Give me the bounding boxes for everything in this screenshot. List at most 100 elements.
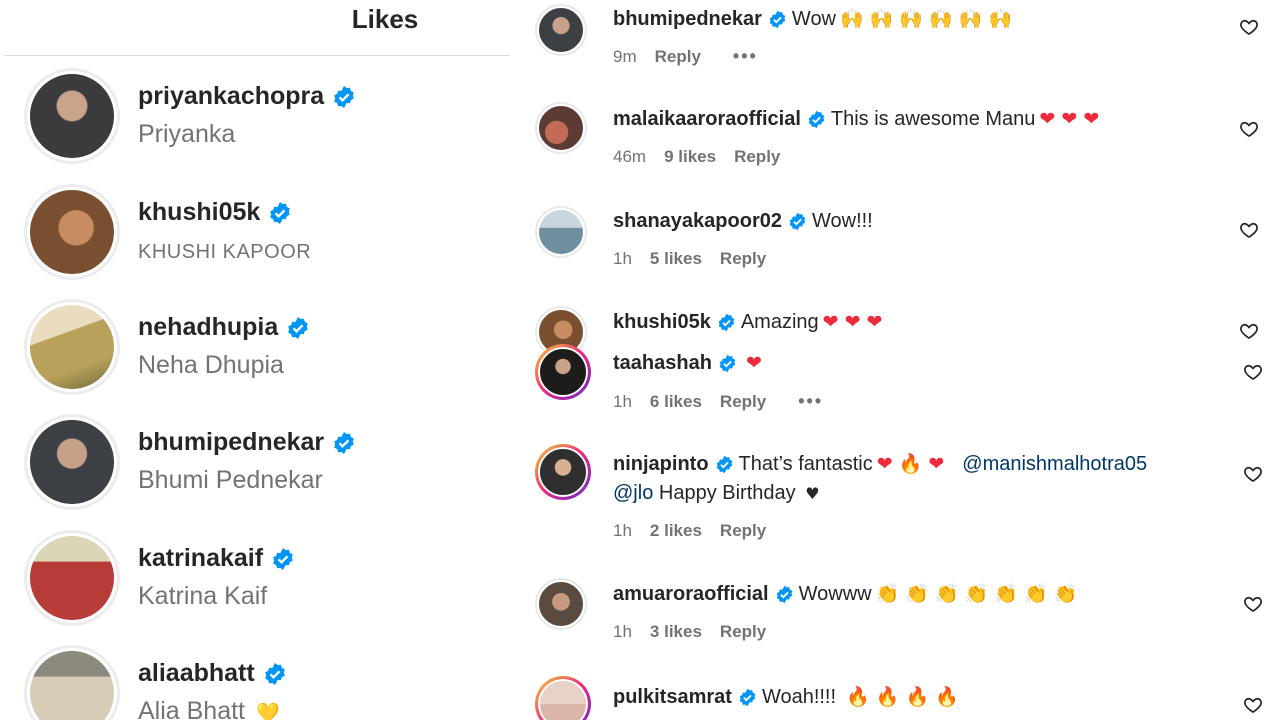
heart-fire-emoji: ❤ 🔥 ❤ <box>876 453 945 475</box>
display-name: Bhumi Pednekar <box>138 466 323 494</box>
comment-time: 9m <box>613 46 637 66</box>
comment-line: amuaroraofficial Wowww 👏 👏 👏 👏 👏 👏 👏 <box>613 580 1077 608</box>
likes-count[interactable]: 6 likes <box>650 392 702 412</box>
comment-text: Wowww <box>798 583 872 605</box>
like-heart-icon[interactable] <box>1243 695 1263 715</box>
yellow-heart-emoji: 💛 <box>255 702 280 720</box>
avatar[interactable] <box>535 578 587 630</box>
comment-username[interactable]: amuaroraofficial <box>613 580 769 608</box>
comment-meta: 1h 6 likes Reply ••• <box>613 391 841 412</box>
username[interactable]: bhumipednekar <box>138 428 324 457</box>
username[interactable]: khushi05k <box>138 198 260 227</box>
like-username[interactable]: bhumipednekar <box>138 428 356 457</box>
comment-username[interactable]: ninjapinto <box>613 450 709 478</box>
display-name: Priyanka <box>138 120 236 148</box>
comment-time: 1h <box>613 521 632 540</box>
username[interactable]: priyankachopra <box>138 82 324 111</box>
comment-username[interactable]: pulkitsamrat <box>613 683 732 711</box>
like-username[interactable]: nehadhupia <box>138 313 310 342</box>
comment-time: 1h <box>613 249 632 268</box>
like-username[interactable]: katrinakaif <box>138 544 295 573</box>
fire-emoji: 🔥 🔥 🔥 🔥 <box>846 686 959 708</box>
reply-button[interactable]: Reply <box>734 147 780 167</box>
mention-link[interactable]: @manishmalhotra05 <box>962 450 1147 478</box>
comment-line: pulkitsamrat Woah!!!! 🔥 🔥 🔥 🔥 <box>613 683 959 711</box>
like-row[interactable]: nehadhupia Neha Dhupia <box>22 299 502 399</box>
comment-username[interactable]: taahashah <box>613 349 712 377</box>
like-row[interactable]: katrinakaif Katrina Kaif <box>22 530 502 630</box>
verified-badge-icon <box>788 212 807 231</box>
reply-button[interactable]: Reply <box>720 521 766 541</box>
avatar[interactable] <box>24 299 120 395</box>
raising-hands-emoji: 🙌 🙌 🙌 🙌 🙌 🙌 <box>840 8 1013 30</box>
more-options-icon[interactable]: ••• <box>798 391 823 412</box>
verified-badge-icon <box>332 431 356 455</box>
verified-badge-icon <box>286 316 310 340</box>
avatar[interactable] <box>24 184 120 280</box>
avatar-with-story-ring[interactable] <box>535 676 591 720</box>
display-name-text: Alia Bhatt <box>138 697 246 720</box>
avatar[interactable] <box>24 68 120 164</box>
like-username[interactable]: khushi05k <box>138 198 292 227</box>
comment-text: Woah!!!! <box>761 686 837 708</box>
reply-button[interactable]: Reply <box>720 622 766 642</box>
like-heart-icon[interactable] <box>1243 362 1263 382</box>
avatar[interactable] <box>24 414 120 510</box>
red-heart-emoji: ❤ ❤ ❤ <box>822 311 883 333</box>
reply-button[interactable]: Reply <box>720 249 766 269</box>
red-heart-emoji: ❤ <box>745 352 762 374</box>
like-heart-icon[interactable] <box>1239 220 1259 240</box>
comment-meta: 1h 3 likes Reply <box>613 622 784 642</box>
comment-username[interactable]: shanayakapoor02 <box>613 207 782 235</box>
like-username[interactable]: priyankachopra <box>138 82 356 111</box>
comment-username[interactable]: malaikaaroraofficial <box>613 105 801 133</box>
like-heart-icon[interactable] <box>1239 119 1259 139</box>
like-heart-icon[interactable] <box>1243 464 1263 484</box>
like-row[interactable]: priyankachopra Priyanka <box>22 68 502 168</box>
comment-line: khushi05k Amazing ❤ ❤ ❤ <box>613 308 882 336</box>
comment-text: Wow!!! <box>811 210 873 232</box>
verified-badge-icon <box>715 455 734 474</box>
more-options-icon[interactable]: ••• <box>733 46 758 67</box>
reply-button[interactable]: Reply <box>720 392 766 412</box>
comment-line: bhumipednekar Wow 🙌 🙌 🙌 🙌 🙌 🙌 <box>613 5 1012 33</box>
display-name: Katrina Kaif <box>138 582 268 610</box>
comment-meta: 1h 5 likes Reply <box>613 249 784 269</box>
comment-line-2: @jlo Happy Birthday ♥ <box>613 479 820 508</box>
avatar[interactable] <box>535 206 587 258</box>
avatar[interactable] <box>24 645 120 720</box>
username[interactable]: katrinakaif <box>138 544 263 573</box>
comment-username[interactable]: khushi05k <box>613 308 711 336</box>
username[interactable]: nehadhupia <box>138 313 278 342</box>
display-name: KHUSHI KAPOOR <box>138 241 312 263</box>
mention-link[interactable]: @jlo <box>613 482 653 504</box>
like-row[interactable]: aliaabhatt Alia Bhatt 💛 <box>22 645 502 720</box>
likes-count[interactable]: 3 likes <box>650 622 702 642</box>
divider <box>4 55 510 56</box>
comment-text: That’s fantastic <box>738 453 873 475</box>
avatar-with-story-ring[interactable] <box>535 344 591 400</box>
avatar[interactable] <box>535 102 587 154</box>
comment-meta: 9m Reply ••• <box>613 46 776 67</box>
reply-button[interactable]: Reply <box>655 47 701 67</box>
verified-badge-icon <box>271 547 295 571</box>
avatar[interactable] <box>535 4 587 56</box>
comment-username[interactable]: bhumipednekar <box>613 5 762 33</box>
like-heart-icon[interactable] <box>1239 17 1259 37</box>
clapping-hands-emoji: 👏 👏 👏 👏 👏 👏 👏 <box>875 583 1078 605</box>
verified-badge-icon <box>268 201 292 225</box>
avatar[interactable] <box>24 530 120 626</box>
likes-count[interactable]: 9 likes <box>664 147 716 167</box>
username[interactable]: aliaabhatt <box>138 659 255 688</box>
comment-line: shanayakapoor02 Wow!!! <box>613 207 873 235</box>
like-heart-icon[interactable] <box>1239 321 1259 341</box>
likes-count[interactable]: 2 likes <box>650 521 702 541</box>
avatar-with-story-ring[interactable] <box>535 444 591 500</box>
like-row[interactable]: bhumipednekar Bhumi Pednekar <box>22 414 502 514</box>
like-username[interactable]: aliaabhatt <box>138 659 287 688</box>
likes-count[interactable]: 5 likes <box>650 249 702 269</box>
like-row[interactable]: khushi05k KHUSHI KAPOOR <box>22 184 502 284</box>
like-heart-icon[interactable] <box>1243 594 1263 614</box>
likes-panel: Likes priyankachopra Priyanka khushi05k … <box>0 0 515 720</box>
display-name: Neha Dhupia <box>138 351 284 379</box>
